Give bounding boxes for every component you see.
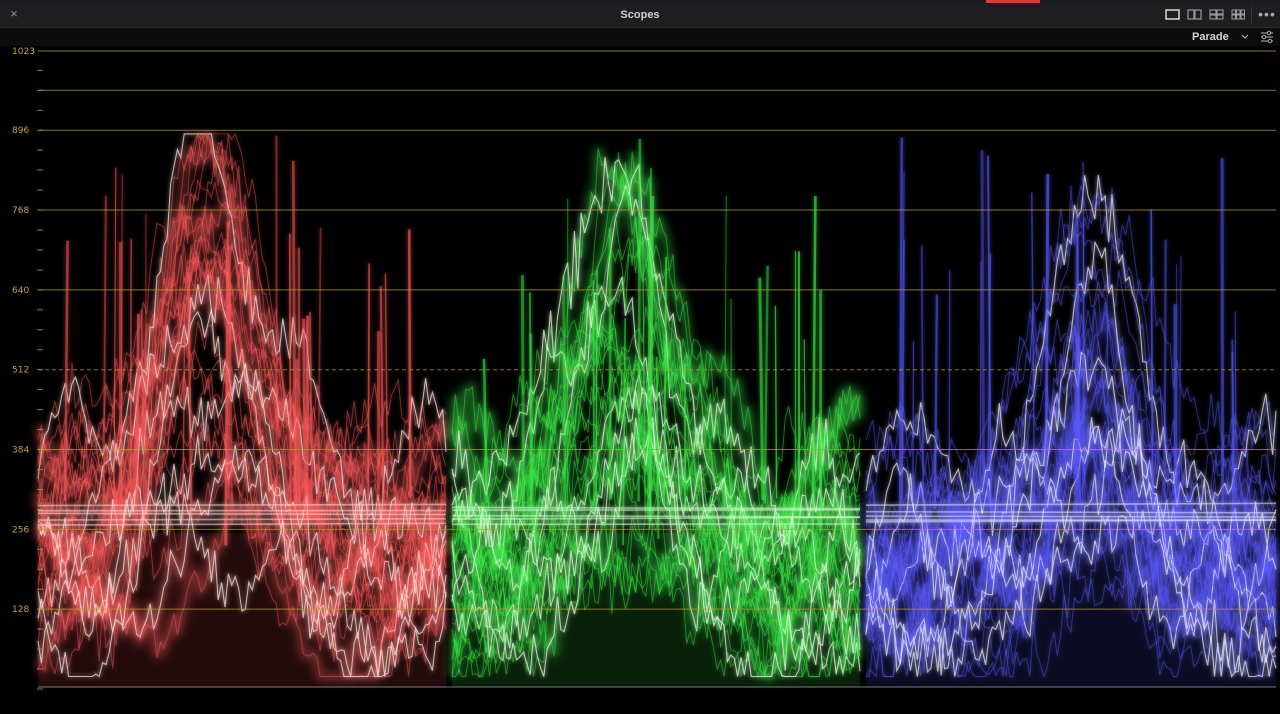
waveform-spike [595,270,598,510]
more-options-icon[interactable]: ••• [1256,5,1278,25]
chevron-down-icon [1240,29,1250,45]
waveform-spike [898,137,904,517]
waveform-band [37,503,447,507]
waveform-spike [637,138,642,502]
close-icon[interactable]: × [6,6,22,22]
waveform-spike [63,240,69,502]
red-channel-waveform [35,132,449,687]
waveform-spike [592,280,595,506]
waveform-band [865,515,1277,518]
tick-label-768: 768 [12,206,29,216]
waveform-spike [520,275,526,526]
waveform-spike [912,341,915,504]
parade-scope: 1023 896 768 640 512 384 256 128 [0,46,1280,714]
waveform-spike [948,270,951,534]
waveform-spike [302,318,307,522]
panel-title: Scopes [620,9,660,21]
toolbar-divider [1251,7,1252,23]
waveform-spike [901,239,906,502]
waveform-spike [528,292,532,502]
tick-label-128: 128 [12,605,29,615]
waveform-spike [655,356,660,539]
tick-label-640: 640 [12,286,29,296]
waveform-spike [774,305,778,499]
scope-mode-dropdown[interactable]: Parade [1192,29,1250,45]
tick-label-384: 384 [12,446,29,456]
titlebar: × Scopes ••• [0,3,1280,28]
waveform-spike [763,265,769,504]
waveform-spike [407,229,412,498]
four-quad-view-icon[interactable] [1207,7,1227,23]
waveform-spike [1044,173,1050,534]
two-up-view-icon[interactable] [1185,7,1205,23]
blue-channel-waveform [863,137,1279,687]
waveform-spike [367,263,371,517]
tick-label-896: 896 [12,126,29,136]
waveform-spike [308,311,314,507]
waveform-spike [288,233,292,518]
waveform-spike [980,150,986,500]
single-view-icon[interactable] [1163,7,1183,23]
scope-mode-label: Parade [1192,31,1229,43]
waveform-spike [1178,255,1182,536]
sliders-icon[interactable] [1258,28,1276,46]
parade-waveform-display: 1023 896 768 640 512 384 256 128 [12,47,1279,690]
scope-options-bar: Parade [0,28,1280,46]
tick-label-256: 256 [12,525,29,535]
tick-label-1023: 1023 [12,47,35,57]
waveform-band [865,510,1277,514]
waveform-spike [102,195,107,527]
waveform-spike [129,238,132,505]
green-channel-waveform [449,138,863,687]
waveform-spike [275,135,278,521]
multi-grid-view-icon[interactable] [1229,7,1249,23]
waveform-trace [865,187,1277,536]
tick-label-512: 512 [12,366,29,376]
waveform-spike [294,359,299,534]
